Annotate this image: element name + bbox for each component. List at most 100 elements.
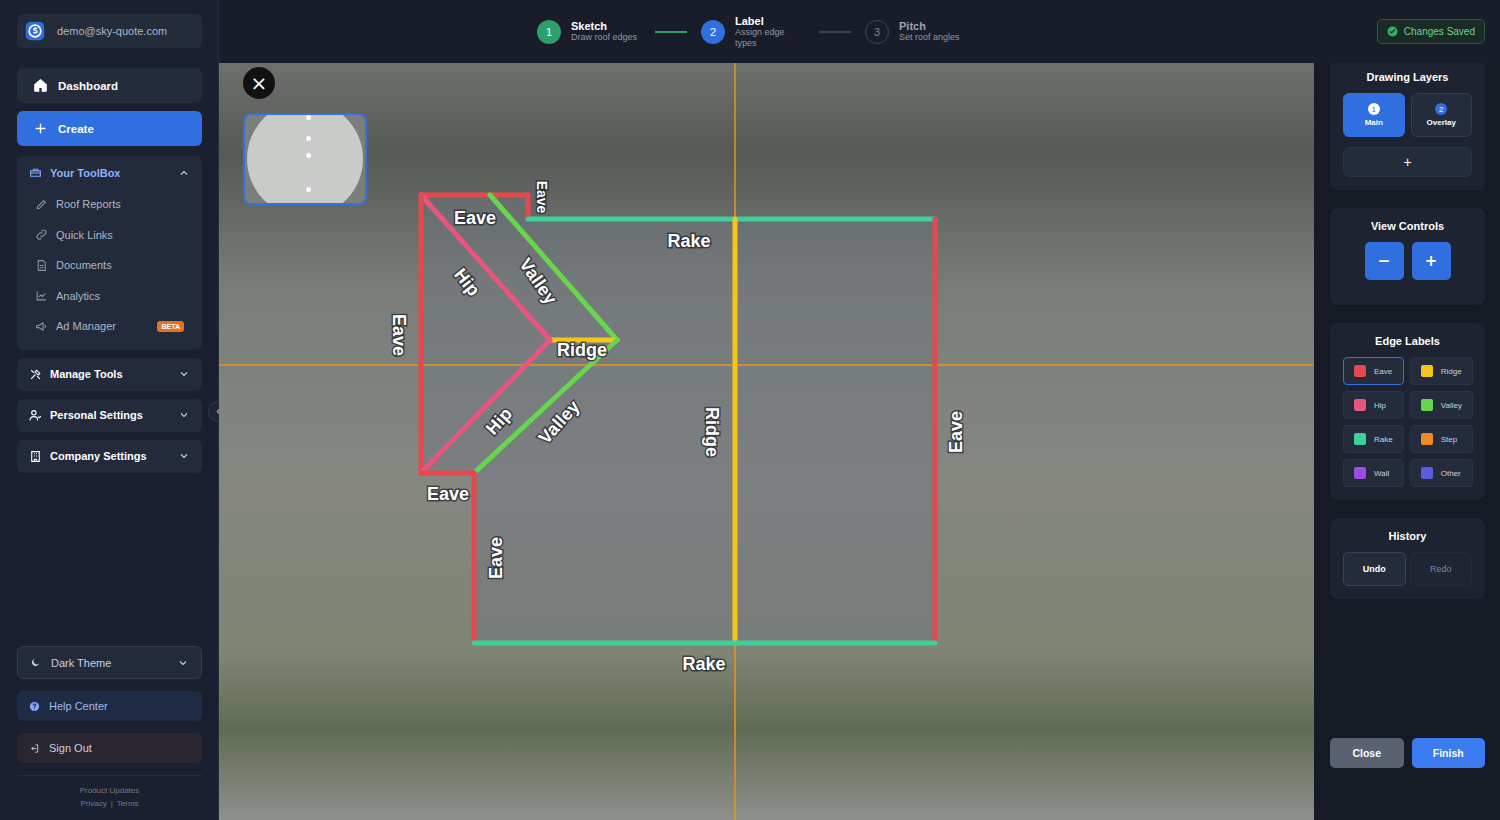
color-swatch xyxy=(1354,365,1366,377)
nav-label: Dashboard xyxy=(58,80,118,92)
history-button[interactable]: Undo xyxy=(1343,552,1406,586)
edge-label: Rake xyxy=(682,654,725,674)
sidebar-section[interactable]: Manage Tools xyxy=(17,358,202,391)
minimap-dot xyxy=(306,136,311,141)
section-label: Personal Settings xyxy=(50,409,170,421)
section-label: Company Settings xyxy=(50,450,170,462)
sidebar-section[interactable]: Personal Settings xyxy=(17,399,202,432)
zoom-button[interactable]: + xyxy=(1412,242,1451,280)
roof-drawing[interactable]: EaveEaveHipValleyRakeEaveRidgeHipValleyR… xyxy=(219,63,1313,820)
roof-edge[interactable] xyxy=(733,219,738,643)
toolbox-header[interactable]: Your ToolBox xyxy=(17,156,202,189)
toolbox-item[interactable]: Ad ManagerBETA xyxy=(17,311,202,342)
toolbox-item[interactable]: Roof Reports xyxy=(17,189,202,220)
sign-out-label: Sign Out xyxy=(49,742,92,754)
step-subtitle: Draw roof edges xyxy=(571,32,641,43)
edge-label: Valley xyxy=(535,397,584,448)
step-connector xyxy=(819,31,851,33)
roof-edge[interactable] xyxy=(933,219,938,643)
action-button[interactable]: Close xyxy=(1330,738,1404,768)
roof-edge[interactable] xyxy=(526,195,531,219)
roof-edge[interactable] xyxy=(419,195,424,473)
nav-item[interactable]: Dashboard xyxy=(17,68,202,103)
toolbox-item[interactable]: Documents xyxy=(17,250,202,281)
beta-badge: BETA xyxy=(157,321,184,332)
edge-label-button[interactable]: Rake xyxy=(1343,425,1404,453)
layer-button[interactable]: 2 Overlay xyxy=(1411,93,1473,137)
toolbox-item-label: Analytics xyxy=(56,290,100,302)
product-updates-link[interactable]: Product Updates xyxy=(80,786,140,795)
crosshair-horizontal xyxy=(219,364,1313,366)
help-center-link[interactable]: Help Center xyxy=(17,691,202,721)
edge-label-name: Valley xyxy=(1441,401,1462,410)
edge-label-button[interactable]: Wall xyxy=(1343,459,1404,487)
layer-button[interactable]: 1Main xyxy=(1343,93,1405,137)
roof-edge[interactable] xyxy=(528,217,935,222)
minimap-dot xyxy=(306,153,311,158)
edge-label-button[interactable]: Hip xyxy=(1343,391,1404,419)
step[interactable]: 1SketchDraw roof edges xyxy=(537,20,641,44)
step-number: 3 xyxy=(865,20,889,44)
step-subtitle: Assign edge types xyxy=(735,27,805,49)
edge-label-name: Rake xyxy=(1374,435,1393,444)
toolbox-item[interactable]: Analytics xyxy=(17,281,202,312)
step[interactable]: 3PitchSet roof angles xyxy=(865,20,969,44)
crosshair-vertical xyxy=(734,63,736,820)
right-panel: Drawing Layers1Main2Overlay+View Control… xyxy=(1314,63,1500,820)
edge-label-button[interactable]: Other xyxy=(1410,459,1473,487)
history-button[interactable]: Redo xyxy=(1410,552,1473,586)
color-swatch xyxy=(1421,433,1433,445)
sidebar-section[interactable]: Company Settings xyxy=(17,440,202,473)
toolbox-item-label: Roof Reports xyxy=(56,198,121,210)
account-box[interactable]: demo@sky-quote.com xyxy=(17,14,202,48)
roof-edge[interactable] xyxy=(421,471,474,476)
nav-item[interactable]: Create xyxy=(17,111,202,146)
help-icon xyxy=(29,701,40,712)
minimap-view xyxy=(247,113,363,205)
edge-label: Ridge xyxy=(702,407,722,457)
edge-label: Eave xyxy=(534,181,550,214)
terms-link[interactable]: Terms xyxy=(117,799,139,808)
roof-edge[interactable] xyxy=(421,193,528,198)
zoom-button[interactable]: − xyxy=(1365,242,1404,280)
roof-edge[interactable] xyxy=(474,641,935,646)
roof-area xyxy=(421,195,935,643)
toolbox: Your ToolBox Roof Reports Quick Links Docum… xyxy=(17,156,202,350)
toolbox-icon xyxy=(29,166,42,179)
roof-edge[interactable] xyxy=(472,473,477,643)
edge-label-button[interactable]: Ridge xyxy=(1410,357,1473,385)
drawing-canvas[interactable]: EaveEaveHipValleyRakeEaveRidgeHipValleyR… xyxy=(219,63,1314,820)
step-number: 2 xyxy=(701,20,725,44)
layer-number: 2 xyxy=(1435,103,1447,115)
sign-out-button[interactable]: Sign Out xyxy=(17,733,202,763)
toolbox-label: Your ToolBox xyxy=(50,167,170,179)
edge-label-button[interactable]: Eave xyxy=(1343,357,1404,385)
chevron-down-icon xyxy=(178,368,190,380)
action-button[interactable]: Finish xyxy=(1412,738,1486,768)
theme-select[interactable]: Dark Theme xyxy=(17,646,202,679)
toolbox-item-label: Documents xyxy=(56,259,112,271)
layer-number: 1 xyxy=(1368,103,1380,115)
roof-edge[interactable] xyxy=(474,340,617,473)
card-title: Drawing Layers xyxy=(1343,71,1472,83)
step-connector xyxy=(655,31,687,33)
chart-icon xyxy=(35,289,48,302)
edge-labels-card: Edge LabelsEaveRidgeHipValleyRakeStepWal… xyxy=(1330,323,1485,500)
minimap[interactable] xyxy=(243,113,367,205)
roof-edge[interactable] xyxy=(421,340,550,473)
edge-label: Ridge xyxy=(557,340,607,360)
layer-label: Overlay xyxy=(1427,118,1456,127)
privacy-link[interactable]: Privacy xyxy=(80,799,106,808)
edge-label-name: Eave xyxy=(1374,367,1392,376)
view-controls-card: View Controls−+ xyxy=(1330,208,1485,305)
add-layer-button[interactable]: + xyxy=(1343,147,1472,177)
top-bar: 1SketchDraw roof edges 2LabelAssign edge … xyxy=(219,0,1500,63)
chevron-up-icon xyxy=(178,167,190,179)
close-canvas-button[interactable]: × xyxy=(243,67,275,99)
toolbox-item[interactable]: Quick Links xyxy=(17,220,202,251)
edge-label-button[interactable]: Valley xyxy=(1410,391,1473,419)
step[interactable]: 2LabelAssign edge types xyxy=(701,15,805,49)
edge-label-button[interactable]: Step xyxy=(1410,425,1473,453)
megaphone-icon xyxy=(35,320,48,333)
pencil-icon xyxy=(35,198,48,211)
